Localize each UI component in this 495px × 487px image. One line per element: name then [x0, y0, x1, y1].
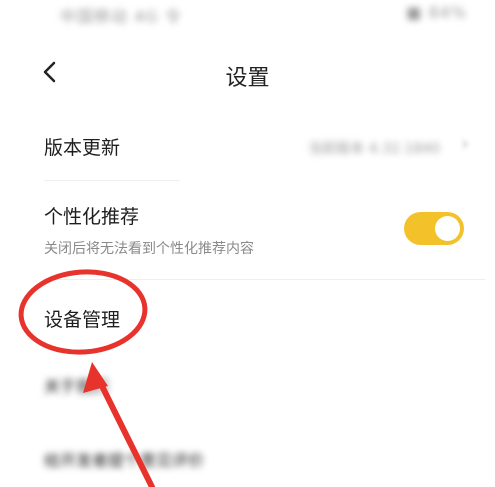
divider [44, 279, 485, 280]
status-bar-right: ■ 84% [406, 3, 467, 22]
personalized-recommend-toggle[interactable] [404, 212, 464, 245]
divider [44, 180, 180, 181]
device-management-label: 设备管理 [44, 309, 121, 331]
page-title: 设置 [225, 66, 270, 91]
blurred-row-about[interactable]: 关于我们 [44, 373, 108, 397]
chevron-right-icon: › [461, 131, 469, 155]
version-update-label: 版本更新 [44, 137, 121, 159]
personalized-recommend-subtitle: 关闭后将无法看到个性化推荐内容 [44, 241, 254, 257]
toggle-knob [435, 216, 460, 241]
personalized-recommend-label: 个性化推荐 [44, 206, 140, 228]
nav-header: 设置 [0, 48, 495, 98]
version-value: 当前版本 4.32.1840 [308, 141, 440, 157]
status-bar-left: 中国移动 4G 令 [60, 7, 182, 26]
blurred-row-feedback[interactable]: 给开发者提个意见评价 [44, 447, 204, 471]
